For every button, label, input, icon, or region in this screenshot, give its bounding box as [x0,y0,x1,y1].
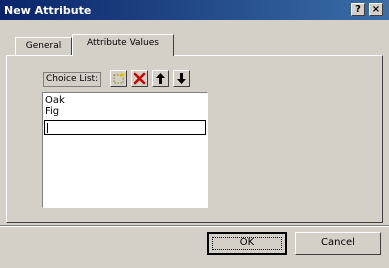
cancel-button-label: Cancel [321,237,355,248]
tab-attribute-values[interactable]: Attribute Values [72,34,174,56]
choice-list-box[interactable]: Oak Fig [42,92,208,208]
separator-highlight [0,226,389,227]
window-title: New Attribute [4,4,92,17]
close-button[interactable]: × [369,3,383,16]
tab-general[interactable]: General [15,37,72,55]
delete-x-icon [133,72,146,85]
help-button[interactable]: ? [351,3,365,16]
title-bar[interactable]: New Attribute [0,0,389,20]
delete-item-button[interactable] [131,70,148,87]
text-caret [47,123,48,133]
cancel-button[interactable]: Cancel [295,232,381,255]
tab-attribute-values-label: Attribute Values [86,38,159,48]
move-down-arrow-icon [177,73,186,84]
new-choice-input[interactable] [44,120,206,135]
move-up-button[interactable] [152,70,169,87]
choice-list-label: Choice List: [43,72,102,87]
ok-button[interactable]: OK [207,232,287,255]
tab-general-label: General [25,41,62,51]
move-down-button[interactable] [173,70,190,87]
move-up-arrow-icon [156,73,165,84]
list-item[interactable]: Fig [45,106,59,117]
new-item-button[interactable] [110,70,127,87]
new-item-icon [113,72,125,84]
list-item[interactable]: Oak [45,95,65,106]
focus-rect [212,237,282,250]
